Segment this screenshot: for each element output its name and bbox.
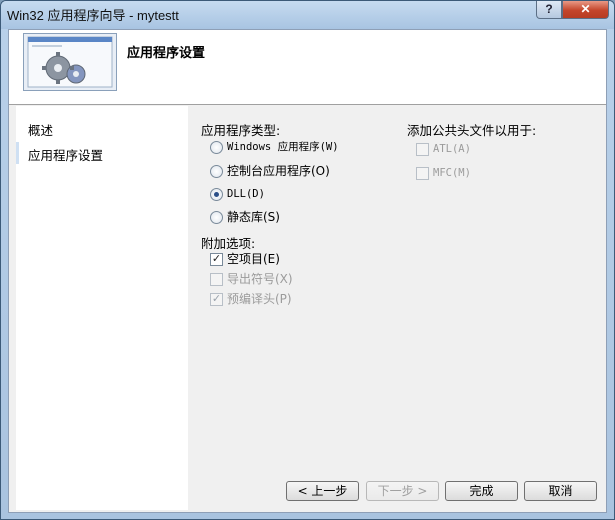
nav-item-overview[interactable]: 概述	[28, 120, 53, 139]
radio-indicator[interactable]	[210, 141, 223, 154]
close-button[interactable]: ✕	[562, 1, 609, 19]
nav-selection-marker	[16, 142, 19, 164]
checkbox-mfc[interactable]: MFC(M)	[416, 164, 566, 182]
next-button[interactable]: 下一步 >	[366, 481, 439, 501]
checkbox-indicator-checked[interactable]: ✓	[210, 253, 223, 266]
help-button[interactable]: ?	[536, 1, 562, 19]
finish-button[interactable]: 完成	[445, 481, 518, 501]
common-headers-label: 添加公共头文件以用于:	[407, 123, 537, 138]
checkbox-export-symbols[interactable]: 导出符号(X)	[210, 270, 410, 288]
cancel-button[interactable]: 取消	[524, 481, 597, 501]
settings-panel: 应用程序类型: Windows 应用程序(W) 控制台应用程序(O) DLL(D…	[190, 106, 602, 510]
radio-console-app[interactable]: 控制台应用程序(O)	[210, 162, 410, 180]
wizard-window: Win32 应用程序向导 - mytestt ? ✕ 应用程序设置 概述 应用程…	[0, 0, 615, 520]
gears-banner-icon	[23, 33, 117, 91]
page-title: 应用程序设置	[127, 46, 206, 61]
wizard-client: 应用程序设置 概述 应用程序设置 应用程序类型: Windows 应用程序(W)…	[8, 29, 607, 513]
radio-indicator-selected[interactable]	[210, 188, 223, 201]
checkbox-indicator-disabled[interactable]	[210, 273, 223, 286]
radio-static-lib[interactable]: 静态库(S)	[210, 208, 410, 226]
title-bar[interactable]: Win32 应用程序向导 - mytestt ? ✕	[1, 1, 614, 29]
radio-dll[interactable]: DLL(D)	[210, 185, 410, 203]
app-type-label: 应用程序类型:	[201, 123, 281, 138]
checkbox-indicator-checked-disabled[interactable]: ✓	[210, 293, 223, 306]
prev-button[interactable]: < 上一步	[286, 481, 359, 501]
checkbox-indicator-disabled[interactable]	[416, 167, 429, 180]
wizard-nav: 概述 应用程序设置	[16, 106, 188, 510]
checkbox-indicator-disabled[interactable]	[416, 143, 429, 156]
radio-indicator[interactable]	[210, 211, 223, 224]
wizard-header: 应用程序设置	[9, 30, 606, 105]
radio-indicator[interactable]	[210, 165, 223, 178]
window-title: Win32 应用程序向导 - mytestt	[7, 8, 179, 23]
checkbox-empty-project[interactable]: ✓ 空项目(E)	[210, 250, 410, 268]
checkbox-atl[interactable]: ATL(A)	[416, 140, 566, 158]
checkbox-precompiled-header[interactable]: ✓ 预编译头(P)	[210, 290, 410, 308]
radio-windows-app[interactable]: Windows 应用程序(W)	[210, 138, 410, 156]
nav-item-app-settings[interactable]: 应用程序设置	[28, 145, 103, 164]
